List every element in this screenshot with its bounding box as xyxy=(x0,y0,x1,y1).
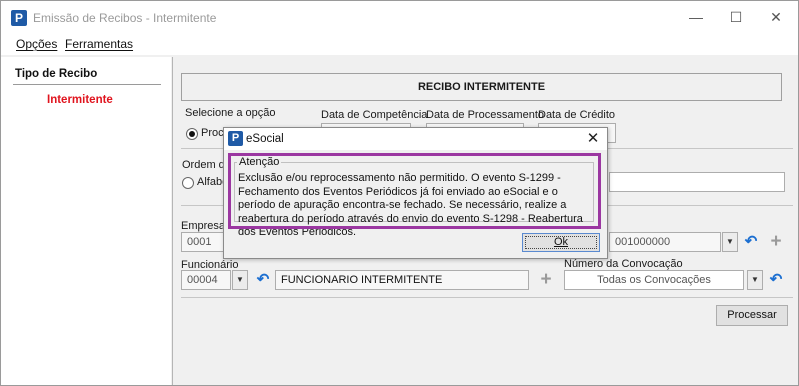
undo-icon[interactable]: ↶ xyxy=(253,270,273,290)
message-highlight-frame xyxy=(228,153,601,229)
data-credito-label: Data de Crédito xyxy=(538,109,616,121)
ordem-field[interactable] xyxy=(609,172,785,192)
add-icon[interactable]: + xyxy=(766,232,786,252)
sidebar-item-intermitente[interactable]: Intermitente xyxy=(47,94,113,106)
empresa-label: Empresa xyxy=(181,220,226,232)
undo-icon[interactable]: ↶ xyxy=(741,232,761,252)
dialog-title: eSocial xyxy=(246,133,284,145)
menu-opcoes[interactable]: Opções xyxy=(16,37,57,51)
minimize-button[interactable]: — xyxy=(676,5,716,29)
menu-ferramentas[interactable]: Ferramentas xyxy=(65,37,133,51)
chevron-down-icon[interactable]: ▼ xyxy=(722,232,738,252)
processar-button[interactable]: Processar xyxy=(716,305,788,326)
convocacao-code-field[interactable]: 001000000 xyxy=(609,232,721,252)
menu-bar: Opções Ferramentas xyxy=(1,33,798,55)
close-icon[interactable]: ✕ xyxy=(580,128,606,150)
add-icon[interactable]: + xyxy=(536,270,556,290)
title-bar: P Emissão de Recibos - Intermitente — ☐ … xyxy=(1,1,798,33)
selecione-label: Selecione a opção xyxy=(185,107,276,119)
ok-button-label: Ok xyxy=(553,236,569,248)
numero-convocacao-select[interactable]: Todas os Convocações xyxy=(564,270,744,290)
processamento-radio[interactable] xyxy=(186,128,198,140)
alfabetica-radio[interactable] xyxy=(182,177,194,189)
app-window: P Emissão de Recibos - Intermitente — ☐ … xyxy=(0,0,799,386)
close-window-button[interactable]: ✕ xyxy=(756,5,796,29)
sidebar-divider xyxy=(13,84,161,85)
data-processamento-label: Data de Processamento xyxy=(426,109,545,121)
divider xyxy=(181,297,793,298)
receipt-type-panel: Tipo de Recibo Intermitente xyxy=(1,57,171,385)
chevron-down-icon[interactable]: ▼ xyxy=(232,270,248,290)
chevron-down-icon[interactable]: ▼ xyxy=(747,270,763,290)
funcionario-name-field: FUNCIONARIO INTERMITENTE xyxy=(275,270,529,290)
receipt-type-heading: Tipo de Recibo xyxy=(15,68,98,80)
window-title: Emissão de Recibos - Intermitente xyxy=(33,11,217,25)
app-logo-icon: P xyxy=(228,131,243,146)
numero-convocacao-label: Número da Convocação xyxy=(564,258,683,270)
data-competencia-label: Data de Competência xyxy=(321,109,428,121)
undo-icon[interactable]: ↶ xyxy=(766,270,786,290)
app-logo-icon: P xyxy=(11,10,27,26)
ok-button[interactable]: Ok xyxy=(522,233,600,252)
funcionario-code-field[interactable]: 00004 xyxy=(181,270,231,290)
dialog-title-bar: P eSocial ✕ xyxy=(224,128,607,150)
maximize-button[interactable]: ☐ xyxy=(716,5,756,29)
recibo-title: RECIBO INTERMITENTE xyxy=(181,73,782,101)
